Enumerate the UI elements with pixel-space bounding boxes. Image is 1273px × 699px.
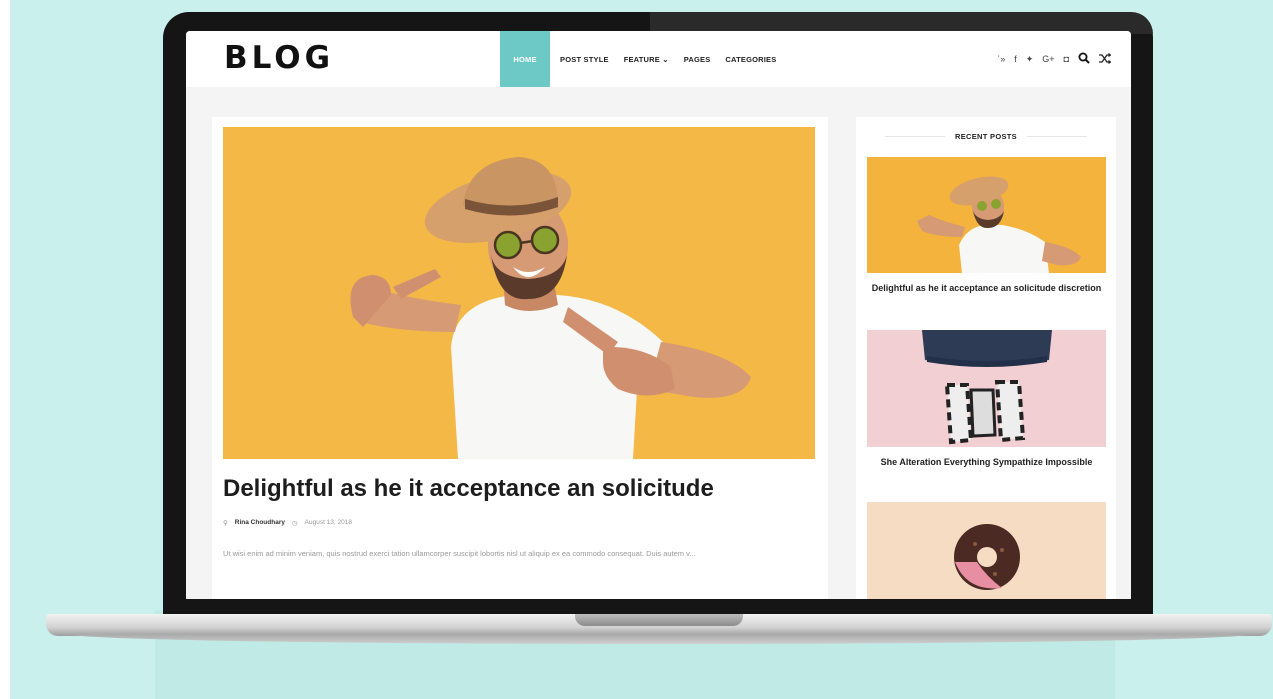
laptop-notch [575,614,743,626]
site-logo[interactable]: BLOG [224,40,334,76]
recent-post-item[interactable]: She Alteration Everything Sympathize Imp… [867,330,1106,470]
post-author[interactable]: Rina Choudhary [235,519,285,527]
recent-post-item[interactable]: Delightful as he it acceptance an solici… [867,157,1106,296]
recent-post-title[interactable]: She Alteration Everything Sympathize Imp… [867,455,1106,470]
post-date: August 13, 2018 [304,519,352,526]
google-plus-icon[interactable]: G+ [1042,54,1054,64]
nav-post-style[interactable]: POST STYLE [560,55,609,64]
post-meta: ⚲ Rina Choudhary ◷ August 13, 2018 [223,519,352,527]
recent-post-thumbnail[interactable] [867,502,1106,599]
site-header: BLOG HOME POST STYLE FEATURE ⌄ PAGES CAT… [186,31,1131,87]
divider [885,135,946,137]
rss-icon[interactable]: ʾ» [997,54,1005,64]
scene: BLOG HOME POST STYLE FEATURE ⌄ PAGES CAT… [0,0,1273,699]
instagram-icon[interactable]: ◘ [1064,54,1069,64]
recent-post-thumbnail[interactable] [867,330,1106,447]
recent-posts-heading: RECENT POSTS [955,131,1017,141]
recent-post-thumbnail[interactable] [867,157,1106,273]
twitter-icon[interactable]: ✦ [1026,54,1034,65]
shuffle-icon[interactable] [1099,52,1112,66]
recent-post-title[interactable]: Delightful as he it acceptance an solici… [867,281,1106,296]
nav-feature[interactable]: FEATURE ⌄ [624,55,669,64]
header-icons: ʾ» f ✦ G+ ◘ [997,31,1112,87]
featured-post-card: Delightful as he it acceptance an solici… [212,117,828,599]
sidebar: RECENT POSTS Delightful as he it accepta… [856,117,1116,599]
recent-post-item[interactable] [867,502,1106,599]
facebook-icon[interactable]: f [1014,54,1017,64]
search-icon[interactable] [1078,52,1090,67]
recent-posts-header: RECENT POSTS [856,117,1116,155]
author-icon: ⚲ [223,520,228,527]
nav-home[interactable]: HOME [500,31,550,87]
nav-pages[interactable]: PAGES [684,55,711,64]
divider [1026,135,1087,137]
post-excerpt: Ut wisi enim ad minim veniam, quis nostr… [223,549,696,558]
featured-image[interactable] [223,127,815,459]
main-nav: HOME POST STYLE FEATURE ⌄ PAGES CATEGORI… [500,31,791,87]
clock-icon: ◷ [291,520,298,527]
post-title[interactable]: Delightful as he it acceptance an solici… [223,475,714,503]
laptop-screen: BLOG HOME POST STYLE FEATURE ⌄ PAGES CAT… [186,31,1131,599]
nav-categories[interactable]: CATEGORIES [725,55,776,64]
